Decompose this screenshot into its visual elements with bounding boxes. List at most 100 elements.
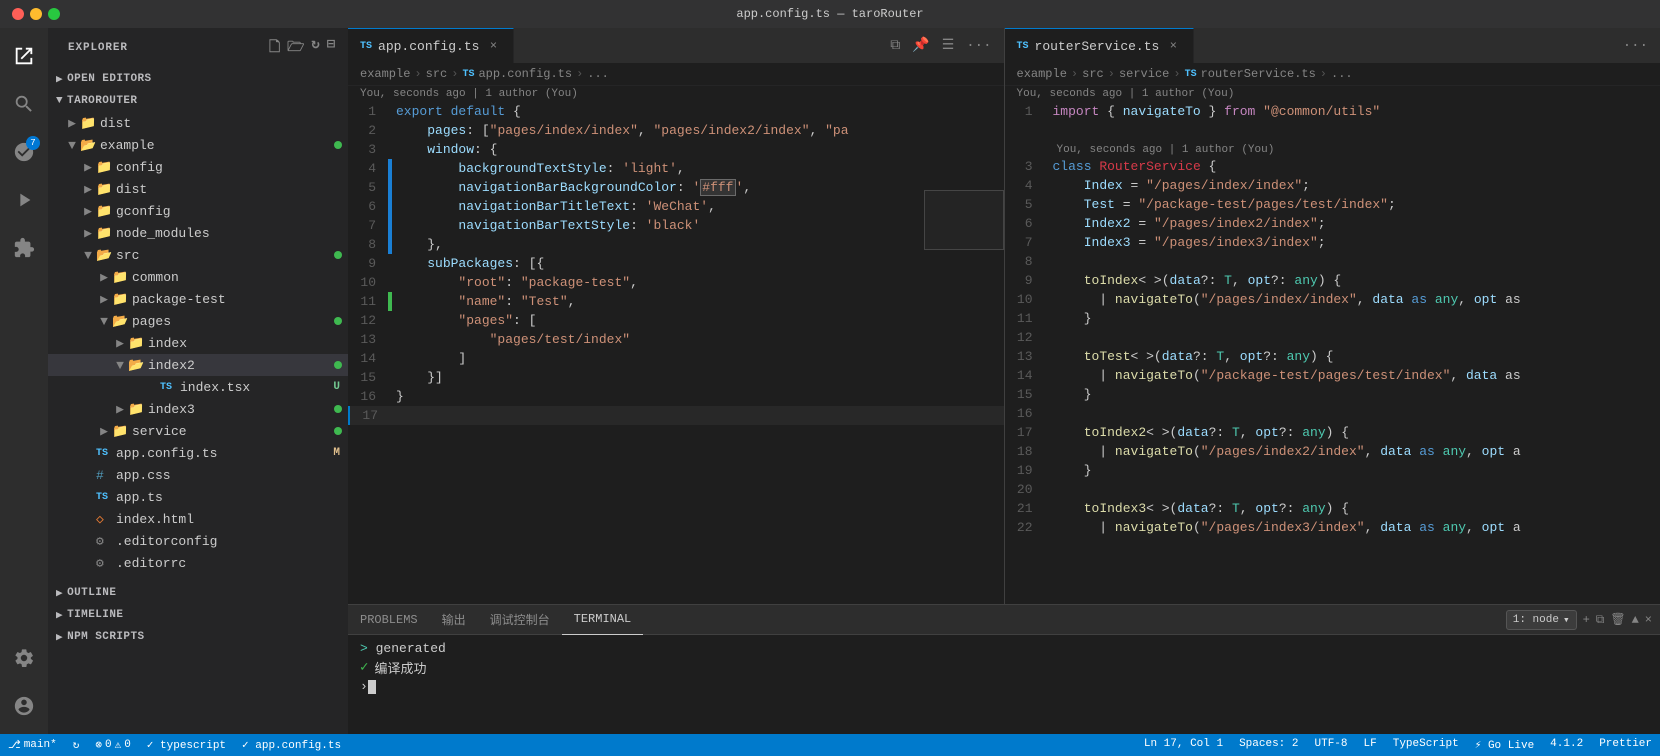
tree-item-gconfig[interactable]: ▶ 📁 gconfig <box>48 200 348 222</box>
tab-debug-console[interactable]: 调试控制台 <box>478 605 562 635</box>
tree-item-dist[interactable]: ▶ 📁 dist <box>48 112 348 134</box>
tree-item-index[interactable]: ▶ 📁 index <box>48 332 348 354</box>
maximize-panel-icon[interactable]: ▲ <box>1632 613 1639 627</box>
status-language[interactable]: TypeScript <box>1385 738 1467 750</box>
pin-icon[interactable]: 📌 <box>908 35 933 56</box>
tree-item-src[interactable]: ▼ 📂 src <box>48 244 348 266</box>
status-position[interactable]: Ln 17, Col 1 <box>1136 738 1231 750</box>
right-tab-bar: TS routerService.ts × ··· <box>1005 28 1660 63</box>
tab-output[interactable]: 输出 <box>430 605 478 635</box>
tab-problems[interactable]: PROBLEMS <box>348 605 430 635</box>
r-code-line-20: 20 <box>1005 480 1660 499</box>
status-app-config[interactable]: ✓ app.config.ts <box>234 734 349 756</box>
branch-icon: ⎇ <box>8 738 21 752</box>
status-branch[interactable]: ⎇ main* <box>0 734 65 756</box>
close-button[interactable] <box>12 8 24 20</box>
folder-icon: 📁 <box>128 336 144 351</box>
terminal-cursor-row: › <box>360 679 1648 694</box>
npm-scripts-section[interactable]: ▶ NPM SCRIPTS <box>48 626 348 648</box>
more-icon[interactable]: ··· <box>962 36 995 56</box>
new-folder-icon[interactable]: 🗁 <box>287 36 305 60</box>
more-right-icon[interactable]: ··· <box>1619 36 1652 56</box>
timeline-section[interactable]: ▶ TIMELINE <box>48 604 348 626</box>
tree-item-app-css[interactable]: ▶ # app.css <box>48 464 348 486</box>
ts-file-icon: TS <box>160 382 176 393</box>
tab-router-service[interactable]: TS routerService.ts × <box>1005 28 1195 63</box>
tree-item-index3[interactable]: ▶ 📁 index3 <box>48 398 348 420</box>
search-icon[interactable] <box>4 84 44 124</box>
tab-label-right: routerService.ts <box>1035 39 1160 54</box>
kill-terminal-icon[interactable]: 🗑 <box>1610 612 1625 627</box>
dropdown-arrow-icon: ▾ <box>1563 613 1570 627</box>
tab-close-button[interactable]: × <box>485 38 501 54</box>
panel: PROBLEMS 输出 调试控制台 TERMINAL 1: node ▾ + <box>348 604 1660 734</box>
tree-item-editorconfig[interactable]: ▶ ⚙ .editorconfig <box>48 530 348 552</box>
code-line-6: 6 navigationBarTitleText: 'WeChat', <box>348 197 1004 216</box>
r-code-line-11: 11 } <box>1005 309 1660 328</box>
tree-item-index2[interactable]: ▼ 📂 index2 <box>48 354 348 376</box>
right-code-area[interactable]: 1 import { navigateTo } from "@common/ut… <box>1005 102 1660 604</box>
left-code-area[interactable]: 1 export default { 2 pages: ["pages/inde… <box>348 102 1004 604</box>
close-panel-icon[interactable]: × <box>1645 613 1652 627</box>
right-git-blame-2: You, seconds ago | 1 author (You) <box>1005 143 1660 157</box>
account-icon[interactable] <box>4 686 44 726</box>
tree-item-dist2[interactable]: ▶ 📁 dist <box>48 178 348 200</box>
r-code-line-3: 3 class RouterService { <box>1005 157 1660 176</box>
tree-item-config[interactable]: ▶ 📁 config <box>48 156 348 178</box>
tree-item-app-config[interactable]: ▶ TS app.config.ts M <box>48 442 348 464</box>
tab-terminal[interactable]: TERMINAL <box>562 605 644 635</box>
r-code-line-18: 18 | navigateTo("/pages/index2/index", d… <box>1005 442 1660 461</box>
settings-icon[interactable] <box>4 638 44 678</box>
tree-item-node-modules[interactable]: ▶ 📁 node_modules <box>48 222 348 244</box>
status-golive[interactable]: ⚡ Go Live <box>1467 738 1542 752</box>
tree-item-pages[interactable]: ▼ 📂 pages <box>48 310 348 332</box>
tab-close-right-button[interactable]: × <box>1165 38 1181 54</box>
explorer-icon[interactable] <box>4 36 44 76</box>
source-control-icon[interactable]: 7 <box>4 132 44 172</box>
modified-dot <box>334 427 342 435</box>
app-config-check-label: ✓ app.config.ts <box>242 738 341 752</box>
sync-icon: ↻ <box>73 738 80 752</box>
tarorouter-section[interactable]: ▼ TAROROUTER <box>48 90 348 112</box>
tree-item-app-ts[interactable]: ▶ TS app.ts <box>48 486 348 508</box>
terminal-selector[interactable]: 1: node ▾ <box>1506 610 1577 630</box>
eol-label: LF <box>1364 738 1377 750</box>
status-eol[interactable]: LF <box>1356 738 1385 750</box>
tree-item-common[interactable]: ▶ 📁 common <box>48 266 348 288</box>
status-encoding[interactable]: UTF-8 <box>1307 738 1356 750</box>
status-right: Ln 17, Col 1 Spaces: 2 UTF-8 LF TypeScri… <box>1136 738 1660 752</box>
status-prettier[interactable]: Prettier <box>1591 738 1660 750</box>
outline-section[interactable]: ▶ OUTLINE <box>48 582 348 604</box>
maximize-button[interactable] <box>48 8 60 20</box>
split-editor-icon[interactable]: ⧉ <box>886 36 904 56</box>
add-terminal-icon[interactable]: + <box>1583 613 1590 627</box>
status-spaces[interactable]: Spaces: 2 <box>1231 738 1306 750</box>
folder-open-icon: 📂 <box>96 248 112 263</box>
branch-name: main* <box>24 739 57 751</box>
tree-item-index-html[interactable]: ▶ ◇ index.html <box>48 508 348 530</box>
run-debug-icon[interactable] <box>4 180 44 220</box>
status-version[interactable]: 4.1.2 <box>1542 738 1591 750</box>
breadcrumb-toggle-icon[interactable]: ☰ <box>938 35 959 56</box>
tree-item-service[interactable]: ▶ 📁 service <box>48 420 348 442</box>
tree-item-editorrc[interactable]: ▶ ⚙ .editorrc <box>48 552 348 574</box>
tree-item-index-tsx[interactable]: ▶ TS index.tsx U <box>48 376 348 398</box>
minimize-button[interactable] <box>30 8 42 20</box>
status-errors[interactable]: ⊗ 0 ⚠ 0 <box>87 734 138 756</box>
status-typescript[interactable]: ✓ typescript <box>139 734 234 756</box>
language-label: TypeScript <box>1393 738 1459 750</box>
collapse-icon[interactable]: ⊟ <box>327 36 336 60</box>
tree-item-example[interactable]: ▼ 📂 example <box>48 134 348 156</box>
refresh-icon[interactable]: ↻ <box>311 36 320 60</box>
modified-dot <box>334 361 342 369</box>
new-file-icon[interactable]: 🗋 <box>269 36 281 60</box>
editor-split: TS app.config.ts × ⧉ 📌 ☰ ··· example › <box>348 28 1660 604</box>
status-sync[interactable]: ↻ <box>65 734 88 756</box>
open-editors-section[interactable]: ▶ OPEN EDITORS <box>48 68 348 90</box>
split-terminal-icon[interactable]: ⧉ <box>1596 613 1605 627</box>
code-line-12: 12 "pages": [ <box>348 311 1004 330</box>
extensions-icon[interactable] <box>4 228 44 268</box>
tree-item-package-test[interactable]: ▶ 📁 package-test <box>48 288 348 310</box>
r-code-line-7: 7 Index3 = "/pages/index3/index"; <box>1005 233 1660 252</box>
tab-app-config[interactable]: TS app.config.ts × <box>348 28 514 63</box>
